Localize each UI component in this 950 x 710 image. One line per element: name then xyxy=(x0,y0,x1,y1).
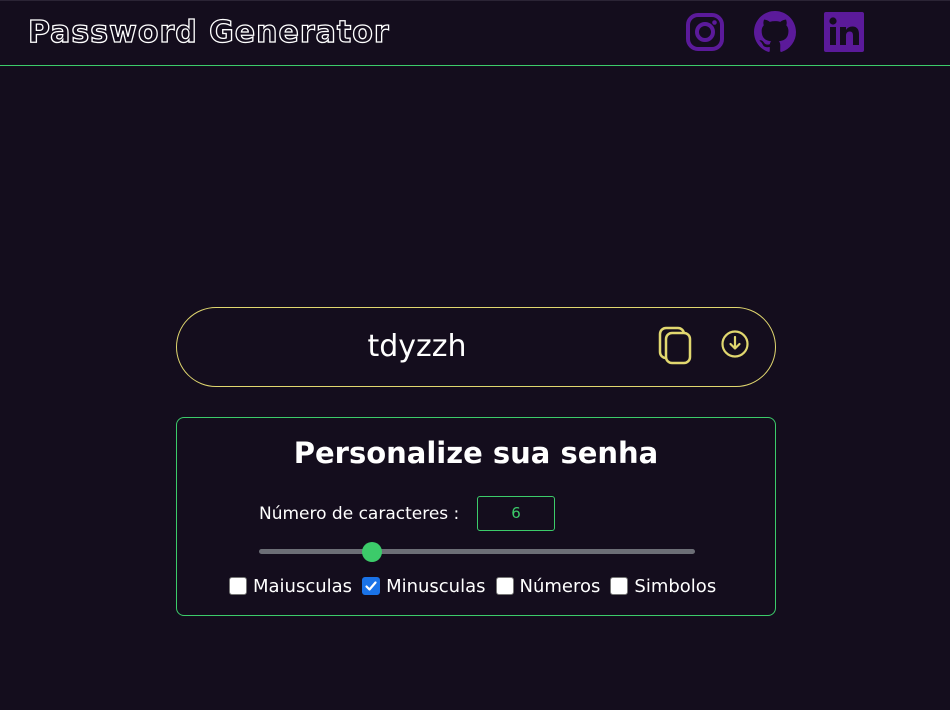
option-simbolos[interactable]: Simbolos xyxy=(610,576,716,597)
option-label: Números xyxy=(519,575,601,597)
slider-thumb[interactable] xyxy=(362,542,383,562)
password-display: tdyzzh xyxy=(176,307,776,387)
github-icon xyxy=(754,11,796,53)
download-icon xyxy=(720,329,750,363)
linkedin-link[interactable] xyxy=(823,11,865,53)
checkbox-maiusculas[interactable] xyxy=(229,577,247,595)
option-label: Maiusculas xyxy=(253,575,353,597)
character-options: Maiusculas Minusculas Números Simbolos xyxy=(229,573,726,599)
length-label: Número de caracteres : xyxy=(259,504,460,524)
app-logo: Password Generator xyxy=(27,14,390,50)
checkbox-minusculas[interactable] xyxy=(362,577,381,595)
length-input[interactable]: 6 xyxy=(477,496,555,531)
instagram-link[interactable] xyxy=(684,11,726,53)
linkedin-icon xyxy=(823,11,865,53)
option-numeros[interactable]: Números xyxy=(495,575,601,597)
download-button[interactable] xyxy=(718,328,752,364)
option-label: Minusculas xyxy=(386,575,486,597)
checkbox-simbolos[interactable] xyxy=(610,577,629,595)
copy-button[interactable] xyxy=(655,325,695,369)
github-link[interactable] xyxy=(754,11,796,53)
checkbox-numeros[interactable] xyxy=(495,577,514,595)
top-navbar: Password Generator xyxy=(0,0,950,66)
generated-password: tdyzzh xyxy=(367,329,467,364)
option-label: Simbolos xyxy=(634,575,717,597)
instagram-icon xyxy=(685,12,725,52)
option-maiusculas[interactable]: Maiusculas xyxy=(229,576,352,597)
panel-title: Personalize sua senha xyxy=(293,436,659,470)
copy-icon xyxy=(657,325,693,369)
options-panel: Personalize sua senha Número de caracter… xyxy=(176,417,776,616)
option-minusculas[interactable]: Minusculas xyxy=(362,575,486,597)
length-slider[interactable] xyxy=(259,542,695,562)
